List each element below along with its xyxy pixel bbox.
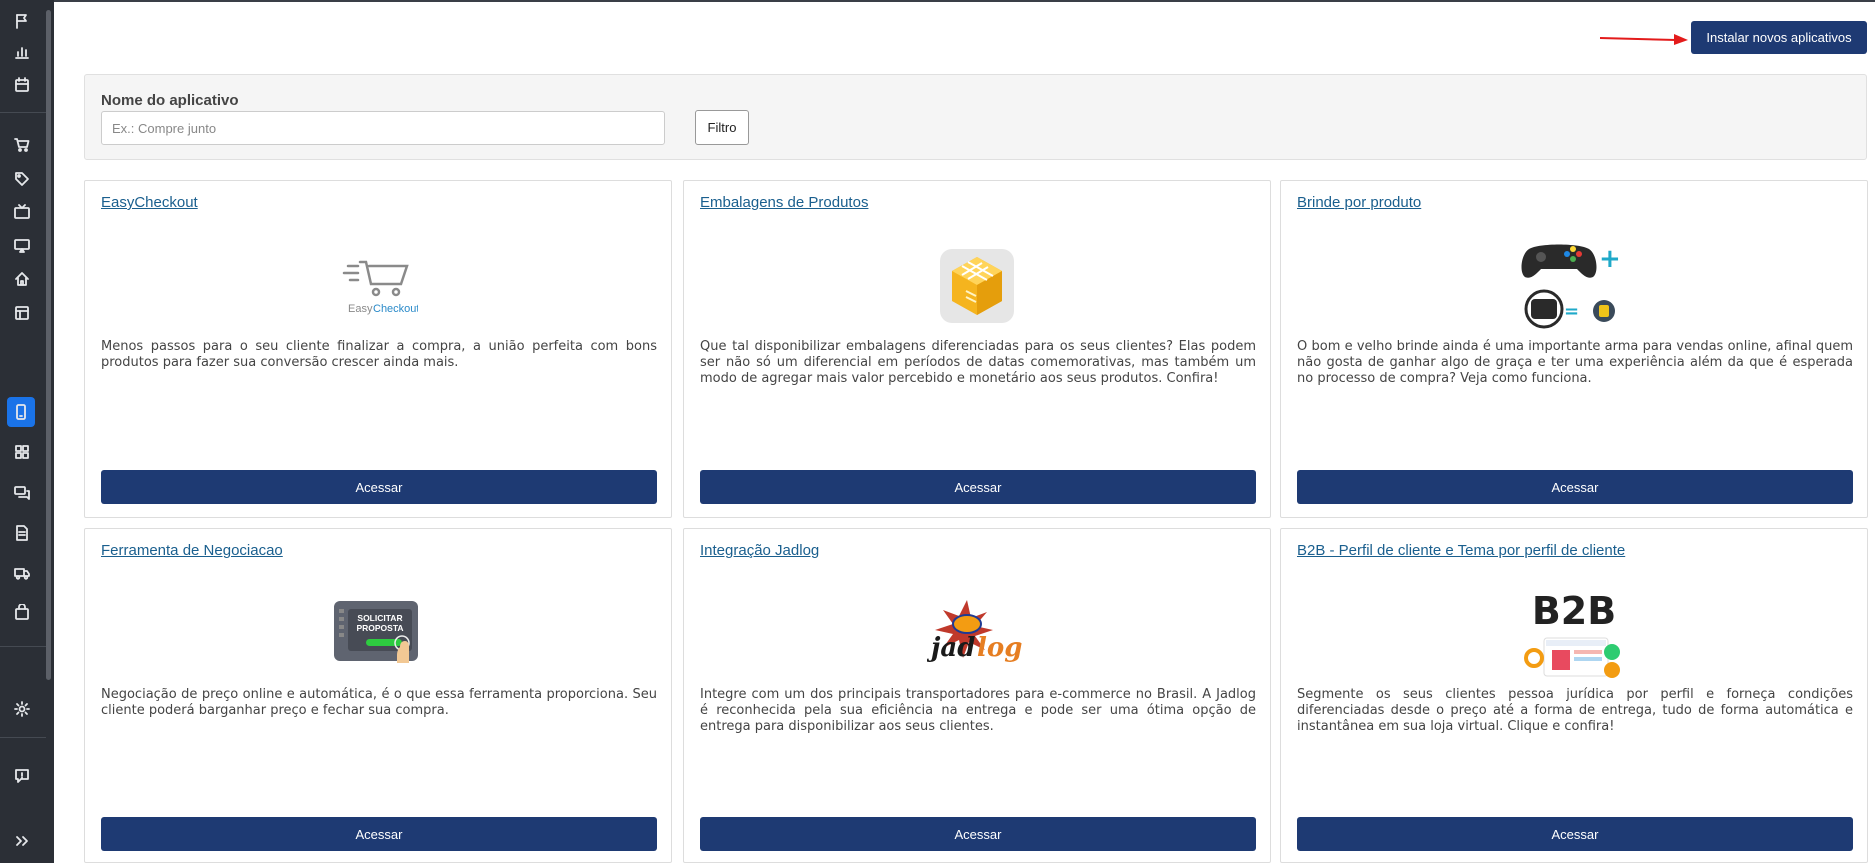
app-title-link[interactable]: Brinde por produto	[1297, 194, 1421, 211]
access-button[interactable]: Acessar	[700, 470, 1256, 504]
access-button[interactable]: Acessar	[700, 817, 1256, 851]
app-title-link[interactable]: EasyCheckout	[101, 194, 198, 211]
double-chevron-right-icon[interactable]	[10, 829, 34, 853]
app-description: Negociação de preço online e automática,…	[101, 687, 657, 718]
app-card-negociacao: Ferramenta de Negociacao SOLICITAR PROPO…	[84, 528, 672, 863]
app-card-b2b: B2B - Perfil de cliente e Tema por perfi…	[1280, 528, 1868, 863]
chat-icon[interactable]	[10, 481, 34, 505]
app-description: Que tal disponibilizar embalagens difere…	[700, 339, 1256, 386]
sidebar-scrollbar[interactable]	[46, 10, 51, 680]
cart-icon[interactable]	[10, 133, 34, 157]
app-card-jadlog: Integração Jadlog jad log Integre com um…	[683, 528, 1271, 863]
access-button[interactable]: Acessar	[101, 817, 657, 851]
app-description: O bom e velho brinde ainda é uma importa…	[1297, 339, 1853, 386]
svg-text:Easy: Easy	[348, 303, 373, 315]
tag-icon[interactable]	[10, 167, 34, 191]
app-name-input[interactable]	[101, 111, 665, 145]
access-button[interactable]: Acessar	[1297, 470, 1853, 504]
flag-icon[interactable]	[10, 9, 34, 33]
svg-text:+: +	[1599, 244, 1621, 274]
tv-icon[interactable]	[10, 200, 34, 224]
svg-text:=: =	[1564, 301, 1579, 322]
sidebar	[0, 0, 54, 863]
filter-label: Nome do aplicativo	[101, 92, 239, 109]
app-title-link[interactable]: B2B - Perfil de cliente e Tema por perfi…	[1297, 542, 1625, 559]
grid-icon[interactable]	[10, 440, 34, 464]
gift-gamepad-logo: + =	[1281, 236, 1867, 336]
filter-panel: Nome do aplicativo Filtro	[84, 74, 1867, 160]
access-button[interactable]: Acessar	[101, 470, 657, 504]
gear-icon[interactable]	[10, 697, 34, 721]
app-description: Integre com um dos principais transporta…	[700, 687, 1256, 734]
app-title-link[interactable]: Integração Jadlog	[700, 542, 819, 559]
b2b-logo: B2B	[1281, 584, 1867, 684]
app-card-brinde: Brinde por produto + = O bom e velho bri…	[1280, 180, 1868, 518]
top-border	[54, 0, 1875, 2]
jadlog-logo: jad log	[684, 584, 1270, 684]
truck-icon[interactable]	[10, 561, 34, 585]
layout-icon[interactable]	[10, 301, 34, 325]
bag-icon[interactable]	[10, 600, 34, 624]
bar-chart-icon[interactable]	[10, 40, 34, 64]
filter-button[interactable]: Filtro	[695, 110, 749, 145]
easycheckout-logo: Easy Checkout	[85, 236, 671, 336]
app-title-link[interactable]: Ferramenta de Negociacao	[101, 542, 283, 559]
mobile-icon[interactable]	[7, 397, 35, 427]
app-description: Segmente os seus clientes pessoa jurídic…	[1297, 687, 1853, 734]
package-box-logo	[684, 236, 1270, 336]
svg-text:Checkout: Checkout	[373, 303, 418, 315]
svg-text:PROPOSTA: PROPOSTA	[356, 623, 403, 633]
annotation-arrow-icon	[1599, 34, 1688, 45]
svg-text:jad: jad	[927, 633, 975, 663]
svg-text:log: log	[977, 633, 1022, 663]
feedback-icon[interactable]	[10, 764, 34, 788]
app-description: Menos passos para o seu cliente finaliza…	[101, 339, 657, 370]
svg-text:B2B: B2B	[1532, 589, 1616, 633]
solicitar-proposta-logo: SOLICITAR PROPOSTA	[85, 584, 671, 684]
svg-text:SOLICITAR: SOLICITAR	[357, 613, 402, 623]
app-title-link[interactable]: Embalagens de Produtos	[700, 194, 868, 211]
calendar-icon[interactable]	[10, 73, 34, 97]
monitor-icon[interactable]	[10, 234, 34, 258]
document-icon[interactable]	[10, 521, 34, 545]
install-apps-button[interactable]: Instalar novos aplicativos	[1691, 21, 1867, 54]
app-card-embalagens: Embalagens de Produtos Que tal disponibi…	[683, 180, 1271, 518]
access-button[interactable]: Acessar	[1297, 817, 1853, 851]
home-icon[interactable]	[10, 267, 34, 291]
app-card-easycheckout: EasyCheckout Easy Checkout Menos passos …	[84, 180, 672, 518]
